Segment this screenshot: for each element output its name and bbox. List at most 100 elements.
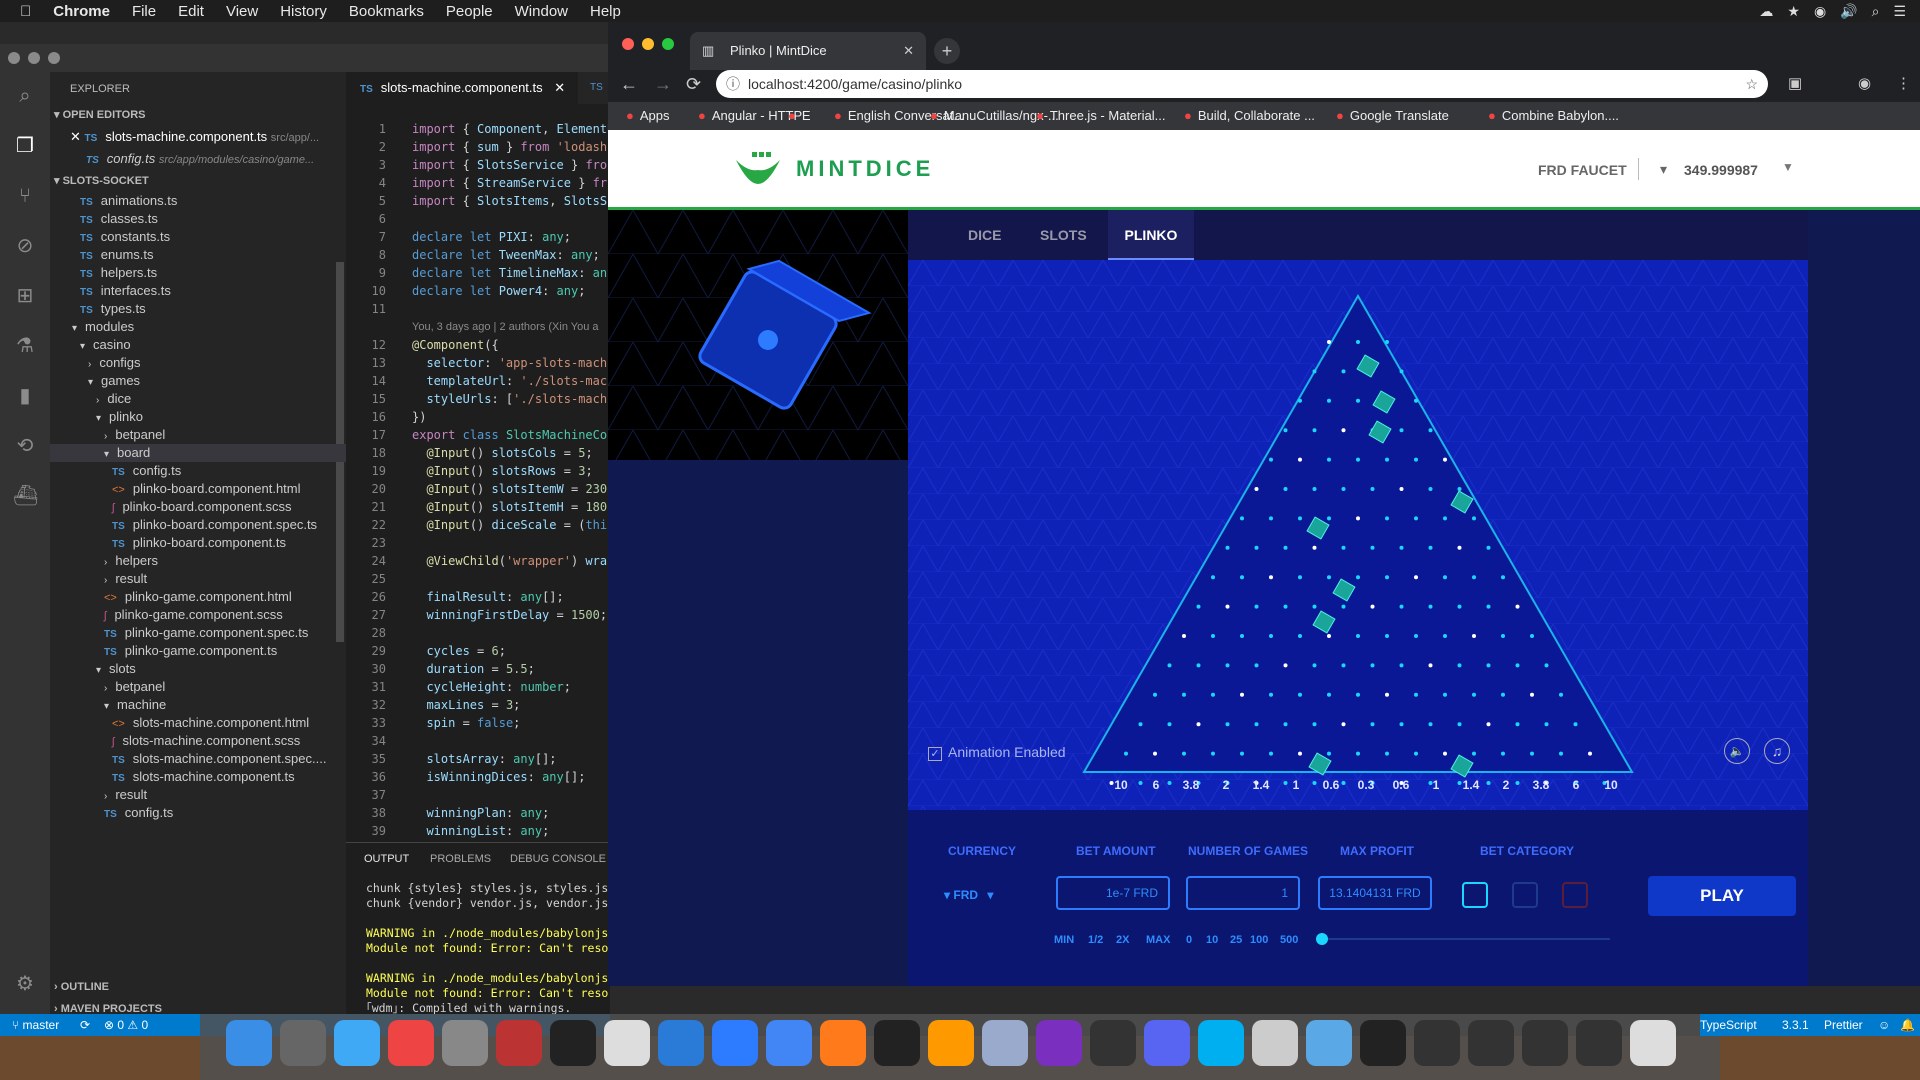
tree-item[interactable]: ▾ board — [50, 444, 346, 462]
tree-item[interactable]: ʃ plinko-board.component.scss — [50, 498, 346, 516]
tree-item[interactable]: ▾ games — [50, 372, 346, 390]
dock-app-icon[interactable] — [1360, 1020, 1406, 1066]
bookmark-item[interactable]: ● Angular - HTTP — [698, 102, 802, 130]
animation-toggle[interactable]: ✓ Animation Enabled — [928, 744, 1066, 761]
code-line[interactable]: declare let TimelineMax: any — [412, 264, 610, 282]
problems-count[interactable]: ⊗ 0 ⚠ 0 — [104, 1014, 148, 1036]
ts-version[interactable]: 3.3.1 — [1782, 1014, 1809, 1036]
tree-item[interactable]: TS config.ts — [50, 804, 346, 822]
extension-icon[interactable]: ▣ — [1788, 74, 1802, 92]
star-icon[interactable]: ★ — [1787, 3, 1800, 20]
dock-app-icon[interactable] — [1144, 1020, 1190, 1066]
tree-item[interactable]: ʃ slots-machine.component.scss — [50, 732, 346, 750]
dock-app-icon[interactable] — [226, 1020, 272, 1066]
close-window-button[interactable] — [8, 52, 20, 64]
git-icon[interactable]: ⑂ — [13, 184, 37, 208]
quick-games-button[interactable]: 100 — [1250, 934, 1268, 946]
quick-bet-button[interactable]: MIN — [1054, 934, 1074, 946]
volume-icon[interactable]: 🔊 — [1840, 3, 1857, 20]
gear-icon[interactable]: ⚙ — [13, 972, 37, 996]
address-bar[interactable]: ⓘ localhost:4200/game/casino/plinko ☆ — [716, 70, 1768, 98]
code-line[interactable]: @Input() diceScale = (thi — [412, 516, 607, 534]
sound-icon[interactable]: 🔈 — [1724, 738, 1750, 764]
tree-item[interactable]: TS plinko-board.component.spec.ts — [50, 516, 346, 534]
menu-file[interactable]: File — [132, 3, 156, 20]
dock-app-icon[interactable] — [1252, 1020, 1298, 1066]
tree-item[interactable]: ▾ plinko — [50, 408, 346, 426]
tree-item[interactable]: <> plinko-board.component.html — [50, 480, 346, 498]
tab-next[interactable]: TS — [590, 72, 603, 104]
outline-header[interactable]: › OUTLINE — [50, 976, 346, 998]
bookmark-star-icon[interactable]: ☆ — [1745, 70, 1758, 98]
info-icon[interactable]: ⓘ — [726, 70, 740, 98]
open-editor-item[interactable]: ✕ TS slots-machine.component.ts src/app/.… — [50, 126, 346, 148]
zoom-window-button[interactable] — [48, 52, 60, 64]
dock-app-icon[interactable] — [874, 1020, 920, 1066]
category-low-icon[interactable] — [1462, 882, 1488, 908]
tab-plinko[interactable]: ▥ Plinko | MintDice ✕ — [690, 32, 926, 70]
tab-dice[interactable]: DICE — [968, 210, 1001, 260]
forward-icon[interactable]: → — [654, 74, 672, 95]
quick-games-button[interactable]: 500 — [1280, 934, 1298, 946]
games-slider-thumb[interactable] — [1316, 933, 1328, 945]
tree-item[interactable]: TS slots-machine.component.spec.... — [50, 750, 346, 768]
menu-edit[interactable]: Edit — [178, 3, 204, 20]
brand-name[interactable]: MINTDICE — [796, 156, 934, 182]
dock-app-icon[interactable] — [1522, 1020, 1568, 1066]
open-editor-item[interactable]: TS config.ts src/app/modules/casino/game.… — [50, 148, 346, 170]
dock-app-icon[interactable] — [658, 1020, 704, 1066]
code-line[interactable]: cycleHeight: number; — [412, 678, 571, 696]
cloud-icon[interactable]: ☁ — [1759, 3, 1773, 20]
code-line[interactable]: winningFirstDelay = 1500; — [412, 606, 607, 624]
dock-app-icon[interactable] — [496, 1020, 542, 1066]
git-branch[interactable]: ⑂ master — [12, 1014, 59, 1036]
tree-item[interactable]: TS plinko-board.component.ts — [50, 534, 346, 552]
tree-item[interactable]: TS plinko-game.component.ts — [50, 642, 346, 660]
tree-item[interactable]: › result — [50, 786, 346, 804]
close-window-button[interactable] — [622, 38, 634, 50]
tab-slots[interactable]: SLOTS — [1040, 210, 1087, 260]
git-blame-annotation[interactable]: You, 3 days ago | 2 authors (Xin You a — [412, 318, 599, 336]
code-line[interactable]: import { Component, ElementR — [412, 120, 610, 138]
menu-bookmarks[interactable]: Bookmarks — [349, 3, 424, 20]
dock-app-icon[interactable] — [550, 1020, 596, 1066]
panel-tab-debug[interactable]: DEBUG CONSOLE — [510, 853, 606, 865]
zoom-window-button[interactable] — [662, 38, 674, 50]
close-icon[interactable]: ✕ — [903, 32, 914, 70]
code-line[interactable]: declare let TweenMax: any; — [412, 246, 600, 264]
dock-app-icon[interactable] — [1036, 1020, 1082, 1066]
code-line[interactable]: @Input() slotsItemW = 230 — [412, 480, 607, 498]
quick-bet-button[interactable]: 1/2 — [1088, 934, 1103, 946]
quick-bet-button[interactable]: MAX — [1146, 934, 1170, 946]
tree-item[interactable]: <> slots-machine.component.html — [50, 714, 346, 732]
back-icon[interactable]: ← — [620, 74, 638, 95]
code-line[interactable]: @Component({ — [412, 336, 499, 354]
code-line[interactable]: @Input() slotsCols = 5; — [412, 444, 592, 462]
games-slider-track[interactable] — [1320, 938, 1610, 940]
open-editors-header[interactable]: ▾ OPEN EDITORS — [50, 104, 346, 126]
dock-app-icon[interactable] — [820, 1020, 866, 1066]
dock-app-icon[interactable] — [766, 1020, 812, 1066]
balance[interactable]: 349.999987 — [1684, 162, 1758, 178]
tab-slots-machine[interactable]: TS slots-machine.component.ts ✕ — [346, 72, 578, 104]
tree-item[interactable]: › betpanel — [50, 426, 346, 444]
mintdice-logo-icon[interactable] — [734, 152, 782, 186]
code-line[interactable]: cycles = 6; — [412, 642, 506, 660]
test-flask-icon[interactable]: ⚗ — [13, 334, 37, 358]
history-icon[interactable]: ⟲ — [13, 434, 37, 458]
tree-item[interactable]: TS enums.ts — [50, 246, 346, 264]
quick-bet-button[interactable]: 2X — [1116, 934, 1129, 946]
code-line[interactable]: selector: 'app-slots-mach — [412, 354, 607, 372]
tree-item[interactable]: ▾ machine — [50, 696, 346, 714]
tree-item[interactable]: TS classes.ts — [50, 210, 346, 228]
panel-tab-output[interactable]: OUTPUT — [364, 853, 409, 865]
code-line[interactable]: winningList: any; — [412, 822, 549, 840]
tree-item[interactable]: TS slots-machine.component.ts — [50, 768, 346, 786]
tab-plinko[interactable]: PLINKO — [1108, 210, 1194, 260]
smiley-icon[interactable]: ☺ — [1878, 1014, 1890, 1036]
panel-tab-problems[interactable]: PROBLEMS — [430, 853, 491, 865]
code-line[interactable]: isWinningDices: any[]; — [412, 768, 585, 786]
tree-item[interactable]: <> plinko-game.component.html — [50, 588, 346, 606]
tree-item[interactable]: ʃ plinko-game.component.scss — [50, 606, 346, 624]
code-line[interactable]: import { SlotsItems, SlotsS — [412, 192, 607, 210]
